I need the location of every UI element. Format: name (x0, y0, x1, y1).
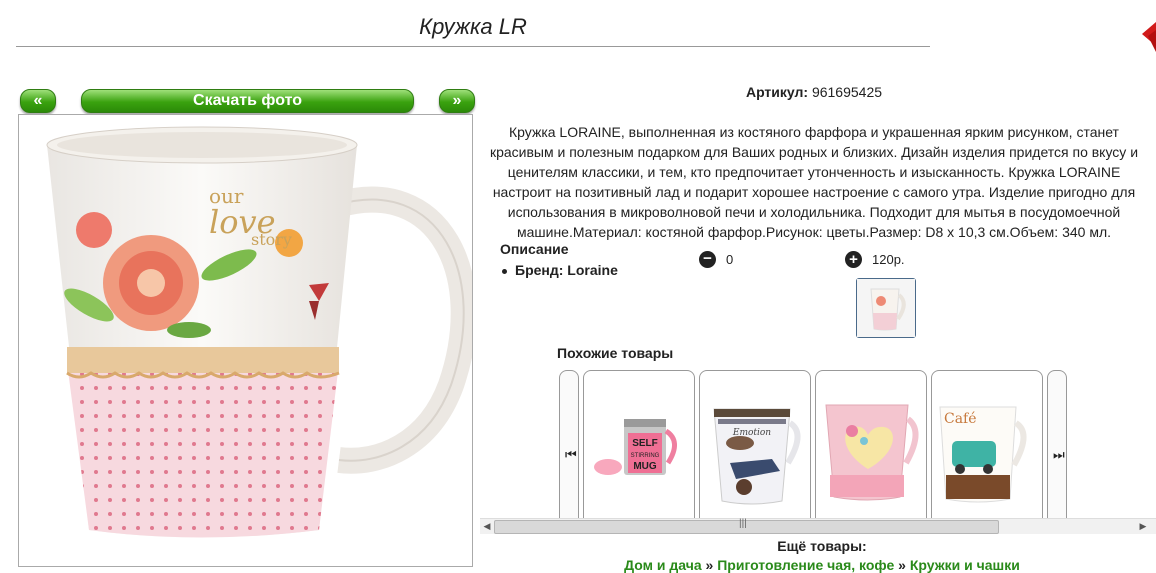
page-title: Кружка LR (419, 14, 527, 39)
similar-products-carousel: ⏮ SELF STIRRING MUG Emotion Café ⏭ (480, 368, 1156, 519)
price-value: 120р. (872, 252, 905, 267)
description-heading: Описание (500, 241, 569, 257)
svg-text:story: story (251, 230, 292, 249)
similar-products-heading: Похожие товары (557, 345, 674, 361)
similar-item-self-stirring-mug[interactable]: SELF STIRRING MUG (583, 370, 695, 519)
title-divider (16, 46, 930, 47)
skip-forward-icon: ⏭ (1053, 447, 1065, 462)
carousel-prev-button[interactable]: ⏮ (559, 370, 579, 519)
brand-label: Бренд: Loraine (515, 262, 618, 278)
product-description: Кружка LORAINE, выполненная из костяного… (489, 124, 1139, 240)
scroll-left-icon[interactable]: ◀ (480, 519, 494, 534)
breadcrumb: Дом и дача » Приготовление чая, кофе » К… (480, 557, 1156, 573)
cafe-mug-image: Café (939, 406, 1027, 503)
brand-item: Бренд: Loraine (502, 262, 618, 278)
svg-text:SELF: SELF (632, 438, 658, 449)
grip-icon: ||| (739, 518, 747, 529)
quantity-value: 0 (726, 252, 734, 267)
decrease-quantity-button[interactable]: − (699, 251, 716, 268)
breadcrumb-home-garden[interactable]: Дом и дача (624, 557, 702, 573)
scrollbar-thumb[interactable]: ||| (494, 518, 999, 534)
product-thumbnail[interactable] (856, 278, 916, 338)
breadcrumb-mugs-cups[interactable]: Кружки и чашки (910, 557, 1020, 573)
prev-photo-button[interactable]: « (20, 89, 56, 113)
add-to-cart-button[interactable]: + (845, 251, 862, 268)
heart-mug-image (825, 404, 919, 501)
breadcrumb-separator: » (894, 557, 910, 573)
breadcrumb-separator: » (701, 557, 718, 573)
article-line: Артикул: 961695425 (480, 84, 1148, 100)
similar-item-cafe-mug[interactable]: Café (931, 370, 1043, 519)
self-stirring-mug-image: SELF STIRRING MUG (594, 419, 677, 475)
svg-text:MUG: MUG (633, 461, 657, 472)
similar-item-car-mug[interactable]: Emotion (699, 370, 811, 519)
skip-back-icon: ⏮ (565, 447, 577, 462)
breadcrumb-tea-coffee[interactable]: Приготовление чая, кофе (717, 557, 894, 573)
svg-text:Café: Café (944, 411, 977, 427)
svg-text:STIRRING: STIRRING (631, 453, 660, 459)
next-photo-button[interactable]: » (439, 89, 475, 113)
similar-item-heart-mug[interactable] (815, 370, 927, 519)
article-value: 961695425 (811, 84, 883, 100)
carousel-next-button[interactable]: ⏭ (1047, 370, 1067, 519)
product-photo[interactable]: our love story (18, 114, 473, 567)
scroll-right-icon[interactable]: ▶ (1136, 519, 1150, 534)
more-products-heading: Ещё товары: (777, 538, 867, 554)
car-mug-image: Emotion (713, 408, 801, 505)
mug-image: our love story (19, 115, 472, 566)
thumbnail-mug-image (857, 279, 915, 337)
bullet-icon (502, 268, 507, 274)
download-photo-button[interactable]: Скачать фото (81, 89, 414, 113)
share-icon[interactable] (1138, 22, 1156, 52)
article-label: Артикул: (745, 84, 809, 100)
carousel-scrollbar[interactable]: ◀ ||| ▶ (480, 518, 1156, 534)
